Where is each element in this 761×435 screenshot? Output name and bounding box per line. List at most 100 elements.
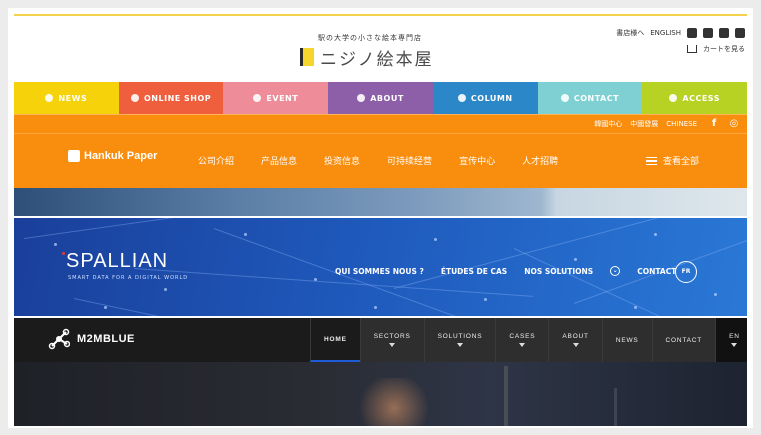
caret-down-icon [572, 343, 579, 347]
cart-label: カートを見る [703, 45, 745, 53]
menu-sectors[interactable]: SECTORS [359, 318, 424, 362]
flag-icon [253, 94, 262, 102]
screenshot-frame: 駅の大学の小さな絵本専門店 ニジノ絵本屋 書店様へ ENGLISH カートを見る… [8, 8, 753, 428]
logo-dot [62, 252, 65, 255]
hamburger-icon [645, 156, 657, 165]
nav-item-label: NEWS [58, 93, 88, 103]
menu-contact[interactable]: CONTACT [637, 267, 676, 276]
menu-sustainability[interactable]: 可持续经营 [387, 154, 432, 167]
nav-item-label: COLUMN [470, 93, 513, 103]
menu-label: HOME [324, 335, 347, 343]
caret-down-icon [519, 343, 526, 347]
top-link-korea[interactable]: 韓國中心 [594, 119, 622, 129]
menu-careers[interactable]: 人才招聘 [522, 154, 558, 167]
hankuk-header: 韓國中心 中國發展 CHINESE f ◎ Hankuk Paper 公司介绍 … [14, 114, 747, 188]
hero-tower [504, 366, 508, 426]
network-node [434, 238, 437, 241]
language-button[interactable]: FR [675, 261, 697, 283]
spallian-header: SPALLIAN SMART DATA FOR A DIGITAL WORLD … [14, 218, 747, 316]
hankuk-hero-image [14, 188, 747, 216]
facebook-icon[interactable]: f [709, 118, 719, 129]
book-icon [300, 48, 314, 66]
mail-icon [560, 94, 569, 102]
nav-item-label: EVENT [266, 93, 299, 103]
caret-down-icon [731, 343, 738, 347]
menu-news[interactable]: NEWS [601, 318, 652, 362]
menu-about[interactable]: ABOUT [548, 318, 602, 362]
network-node [574, 258, 577, 261]
network-node [104, 306, 107, 309]
nav-item-event[interactable]: EVENT [223, 82, 329, 114]
wifi-icon [357, 94, 366, 102]
pin-icon [669, 94, 678, 102]
network-line [23, 218, 322, 239]
menu-case-studies[interactable]: ÉTUDES DE CAS [441, 267, 507, 276]
logo-title: ニジノ絵本屋 [320, 50, 434, 70]
menu-label: SOLUTIONS [437, 333, 483, 340]
nav-item-about[interactable]: ABOUT [328, 82, 433, 114]
nav-item-label: ONLINE SHOP [144, 93, 212, 103]
menu-label: CONTACT [665, 336, 703, 344]
youtube-icon[interactable] [735, 28, 745, 38]
network-node [374, 306, 377, 309]
network-node [714, 293, 717, 296]
top-link-china[interactable]: 中國發展 [630, 119, 658, 129]
nav-item-contact[interactable]: CONTACT [537, 82, 643, 114]
network-node [54, 243, 57, 246]
spallian-logo-text: SPALLIAN [66, 250, 169, 272]
menu-pr-center[interactable]: 宣传中心 [459, 154, 495, 167]
menu-label: SECTORS [373, 333, 411, 340]
logo-subtitle: 駅の大学の小さな絵本専門店 [318, 34, 422, 42]
m2mblue-logo-text: M2MBLUE [77, 333, 135, 345]
hero-tower [614, 388, 617, 426]
instagram-icon[interactable]: ◎ [729, 118, 739, 129]
caret-down-icon [456, 343, 463, 347]
menu-company[interactable]: 公司介绍 [198, 154, 234, 167]
language-button[interactable]: EN [715, 318, 747, 362]
network-line [393, 218, 704, 289]
menu-solutions[interactable]: SOLUTIONS [423, 318, 496, 362]
nav-item-online-shop[interactable]: ONLINE SHOP [118, 82, 224, 114]
twitter-icon[interactable] [687, 28, 697, 38]
chevron-down-icon[interactable]: ⌄ [610, 266, 621, 276]
facebook-icon[interactable] [703, 28, 713, 38]
network-node [484, 298, 487, 301]
cart-icon [687, 45, 697, 53]
top-link-chinese[interactable]: CHINESE [666, 120, 697, 128]
hero-glow [354, 378, 434, 426]
m2mblue-menu: HOME SECTORS SOLUTIONS CASES ABOUT NEWS CONTAC… [310, 318, 747, 362]
hankuk-logo[interactable]: Hankuk Paper [68, 150, 157, 162]
spallian-logo[interactable]: SPALLIAN [62, 250, 169, 273]
nav-item-access[interactable]: ACCESS [642, 82, 747, 114]
hankuk-topbar: 韓國中心 中國發展 CHINESE [14, 114, 747, 134]
nav-item-news[interactable]: NEWS [14, 82, 119, 114]
menu-about[interactable]: QUI SOMMES NOUS ? [335, 267, 424, 276]
menu-label: ABOUT [562, 333, 589, 340]
network-node [164, 288, 167, 291]
nav-item-label: ABOUT [370, 93, 404, 103]
util-link-stores[interactable]: 書店様へ [616, 28, 644, 38]
nav-item-label: ACCESS [682, 93, 720, 103]
m2mblue-logo[interactable]: M2MBLUE [48, 328, 135, 350]
frame-inner: 駅の大学の小さな絵本専門店 ニジノ絵本屋 書店様へ ENGLISH カートを見る… [14, 14, 747, 426]
cart-link[interactable]: カートを見る [687, 44, 745, 54]
star-icon [45, 94, 54, 102]
instagram-icon[interactable] [719, 28, 729, 38]
m2mblue-header: M2MBLUE HOME SECTORS SOLUTIONS CASES ABOUT NE… [14, 318, 747, 426]
menu-solutions[interactable]: NOS SOLUTIONS [524, 267, 593, 276]
menu-contact[interactable]: CONTACT [651, 318, 716, 362]
network-icon [48, 328, 70, 350]
view-all-label: 查看全部 [662, 157, 699, 167]
util-link-english[interactable]: ENGLISH [650, 29, 681, 37]
hankuk-social: f ◎ [709, 118, 739, 129]
network-node [654, 233, 657, 236]
menu-products[interactable]: 产品信息 [261, 154, 297, 167]
nav-item-column[interactable]: COLUMN [432, 82, 538, 114]
view-all-button[interactable]: 查看全部 [645, 154, 699, 167]
spallian-menu: QUI SOMMES NOUS ? ÉTUDES DE CAS NOS SOLU… [335, 266, 676, 276]
menu-cases[interactable]: CASES [495, 318, 549, 362]
menu-investment[interactable]: 投资信息 [324, 154, 360, 167]
nijino-logo[interactable]: 駅の大学の小さな絵本専門店 ニジノ絵本屋 [300, 28, 460, 76]
nijino-header: 駅の大学の小さな絵本専門店 ニジノ絵本屋 書店様へ ENGLISH カートを見る [14, 14, 747, 82]
menu-home[interactable]: HOME [310, 318, 360, 362]
